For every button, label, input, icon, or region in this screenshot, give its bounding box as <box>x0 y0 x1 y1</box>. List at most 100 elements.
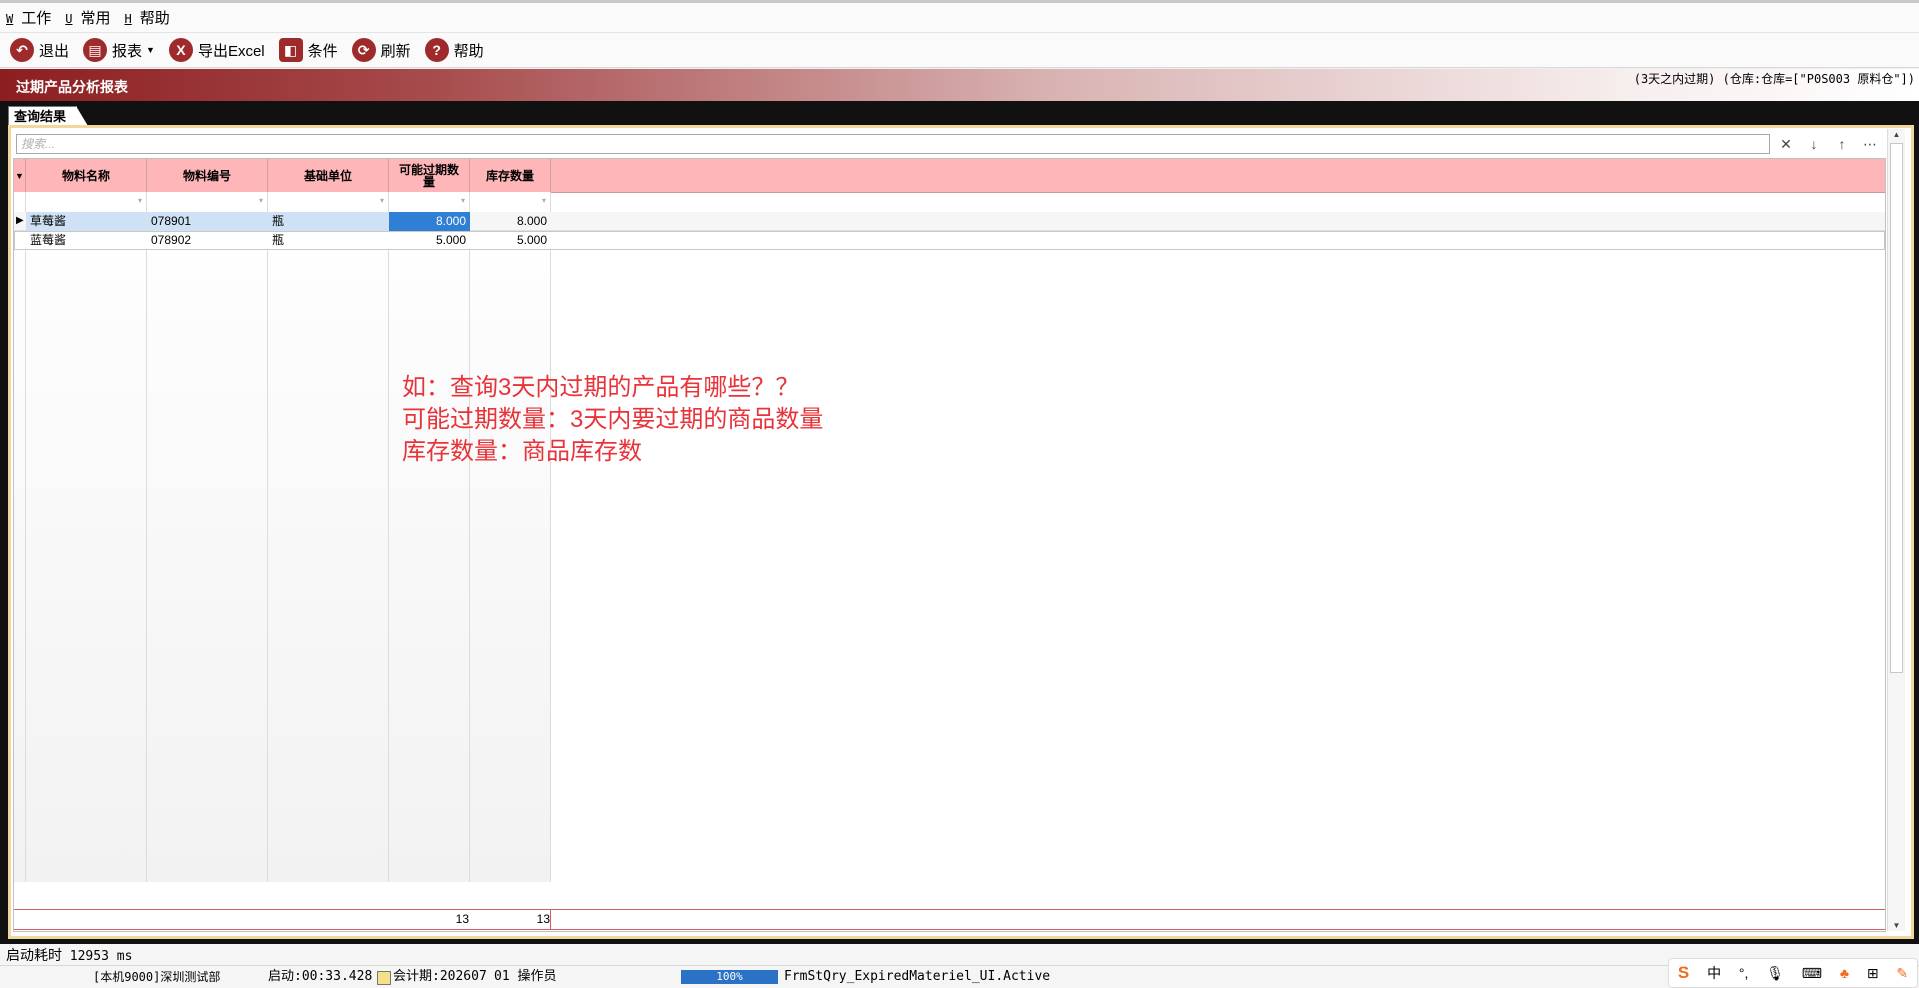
more-options-icon[interactable]: ⋯ <box>1859 134 1881 154</box>
column-name <box>26 192 147 882</box>
export-excel-label: 导出Excel <box>197 42 265 60</box>
clear-search-icon[interactable]: ✕ <box>1775 134 1797 154</box>
excel-icon: X <box>168 38 193 62</box>
status-operator: 01 操作员 <box>494 969 557 984</box>
status-period: 会计期:202607 <box>393 969 487 984</box>
total-stock: 13 <box>536 912 550 926</box>
printer-icon: ▤ <box>83 38 108 62</box>
startup-label: 启动耗时 <box>6 947 62 963</box>
microphone-icon[interactable]: 🎙 <box>1766 965 1784 982</box>
scroll-up-icon[interactable]: ▲ <box>1888 130 1905 139</box>
menu-common-accel: U <box>65 12 73 26</box>
help-icon: ? <box>424 38 449 62</box>
filter-icon: ◧ <box>278 38 303 62</box>
menu-help[interactable]: H 帮助 <box>125 7 170 28</box>
status-machine: [本机9000]深圳测试部 <box>93 970 221 984</box>
menu-help-accel: H <box>124 12 132 26</box>
sogou-logo-icon[interactable]: S <box>1678 963 1689 983</box>
caret-down-icon[interactable]: ▼ <box>146 45 155 55</box>
annotation-text: 如：查询3天内过期的产品有哪些？？ 可能过期数量：3天内要过期的商品数量 库存数… <box>402 372 823 468</box>
status-form: FrmStQry_ExpiredMateriel_UI.Active <box>784 969 1051 984</box>
ime-toolbar: S 中 °, 🎙 ⌨ ♣ ⊞ ✎ <box>1668 958 1918 988</box>
refresh-icon: ⟳ <box>351 38 376 62</box>
cell-code[interactable]: 078901 <box>147 212 268 231</box>
current-row-icon: ▶ <box>16 215 24 226</box>
startup-value: 12953 ms <box>69 949 133 964</box>
grid-menu-icon[interactable]: ⊞ <box>1867 965 1879 982</box>
grid-footer: 13 13 <box>14 909 1885 930</box>
filter-code-icon[interactable]: ▾ <box>259 196 263 205</box>
menu-work[interactable]: W 工作 <box>6 7 51 28</box>
cell-code[interactable]: 078902 <box>147 231 268 250</box>
cell-stock[interactable]: 8.000 <box>470 212 551 231</box>
column-header-code[interactable]: 物料编号 <box>147 159 268 192</box>
cell-stock[interactable]: 5.000 <box>470 231 551 250</box>
status-start-time: 启动:00:33.428 <box>268 969 373 984</box>
column-header-unit[interactable]: 基础单位 <box>268 159 389 192</box>
annotation-line: 库存数量：商品库存数 <box>402 438 642 465</box>
filter-name-icon[interactable]: ▾ <box>138 196 142 205</box>
next-match-icon[interactable]: ↓ <box>1803 134 1825 154</box>
refresh-label: 刷新 <box>380 42 411 60</box>
keyboard-icon[interactable]: ⌨ <box>1802 965 1822 982</box>
tab-query-results[interactable]: 查询结果 <box>8 106 89 126</box>
column-expiring <box>389 192 470 882</box>
column-chooser-icon[interactable]: ▼ <box>14 159 26 192</box>
filter-row <box>14 192 550 213</box>
startup-status: 启动耗时 12953 ms <box>0 944 1919 966</box>
cell-unit[interactable]: 瓶 <box>268 231 389 250</box>
filter-unit-icon[interactable]: ▾ <box>380 196 384 205</box>
ime-mode[interactable]: 中 <box>1707 963 1721 983</box>
previous-match-icon[interactable]: ↑ <box>1831 134 1853 154</box>
report-button[interactable]: ▤ 报表 ▼ <box>83 38 155 62</box>
search-input[interactable]: 搜索... <box>16 134 1770 154</box>
report-label: 报表 <box>112 42 143 60</box>
filter-stock-icon[interactable]: ▾ <box>542 196 546 205</box>
annotation-line: 可能过期数量：3天内要过期的商品数量 <box>402 406 824 433</box>
skin-icon[interactable]: ♣ <box>1840 965 1849 981</box>
column-header-stock[interactable]: 库存数量 <box>470 159 551 192</box>
calendar-icon <box>377 971 391 985</box>
cell-unit[interactable]: 瓶 <box>268 212 389 231</box>
export-excel-button[interactable]: X 导出Excel <box>168 38 265 62</box>
row-indicator-column <box>14 192 26 882</box>
annotation-line: 如：查询3天内过期的产品有哪些？？ <box>402 374 800 401</box>
menu-common-label: 常用 <box>80 10 111 27</box>
vertical-scrollbar[interactable]: ▲ ▼ <box>1887 129 1905 931</box>
conditions-label: 条件 <box>307 42 338 60</box>
column-code <box>147 192 268 882</box>
exit-icon: ↶ <box>10 38 34 62</box>
menu-common[interactable]: U 常用 <box>65 7 110 28</box>
exit-button[interactable]: ↶ 退出 <box>10 38 69 62</box>
column-unit <box>268 192 389 882</box>
total-expiring: 13 <box>455 912 469 926</box>
column-header-name[interactable]: 物料名称 <box>26 159 147 192</box>
cell-expiring[interactable]: 8.000 <box>389 212 470 231</box>
scrollbar-thumb[interactable] <box>1890 143 1903 673</box>
help-label: 帮助 <box>453 42 484 60</box>
column-stock <box>470 192 551 882</box>
report-title-bar: 过期产品分析报表 (3天之内过期) (仓库:仓库=["P0S003 原料仓"]) <box>0 69 1919 101</box>
help-button[interactable]: ? 帮助 <box>424 38 484 62</box>
ime-extra-icon[interactable]: ✎ <box>1896 965 1908 982</box>
exit-label: 退出 <box>39 42 70 60</box>
cell-name[interactable]: 草莓酱 <box>26 212 147 231</box>
report-condition: (3天之内过期) (仓库:仓库=["P0S003 原料仓"]) <box>1633 72 1915 86</box>
status-bar: [本机9000]深圳测试部 启动:00:33.428 会计期:202607 01… <box>0 966 1919 988</box>
refresh-button[interactable]: ⟳ 刷新 <box>351 38 411 62</box>
menu-work-accel: W <box>6 12 14 26</box>
progress-bar: 100% <box>681 970 778 984</box>
cell-name[interactable]: 蓝莓酱 <box>26 231 147 250</box>
column-header-expiring[interactable]: 可能过期数量 <box>389 159 470 192</box>
punctuation-icon[interactable]: °, <box>1739 965 1749 981</box>
scroll-down-icon[interactable]: ▼ <box>1888 921 1905 930</box>
menu-work-label: 工作 <box>21 10 52 27</box>
report-title: 过期产品分析报表 <box>16 79 128 95</box>
conditions-button[interactable]: ◧ 条件 <box>278 38 338 62</box>
filter-expiring-icon[interactable]: ▾ <box>461 196 465 205</box>
footer-divider <box>550 910 551 929</box>
menu-bar: W 工作 U 常用 H 帮助 <box>0 3 1919 32</box>
menu-help-label: 帮助 <box>139 10 170 27</box>
cell-expiring[interactable]: 5.000 <box>389 231 470 250</box>
toolbar: ↶ 退出 ▤ 报表 ▼ X 导出Excel ◧ 条件 ⟳ 刷新 ? 帮助 <box>0 32 1919 68</box>
